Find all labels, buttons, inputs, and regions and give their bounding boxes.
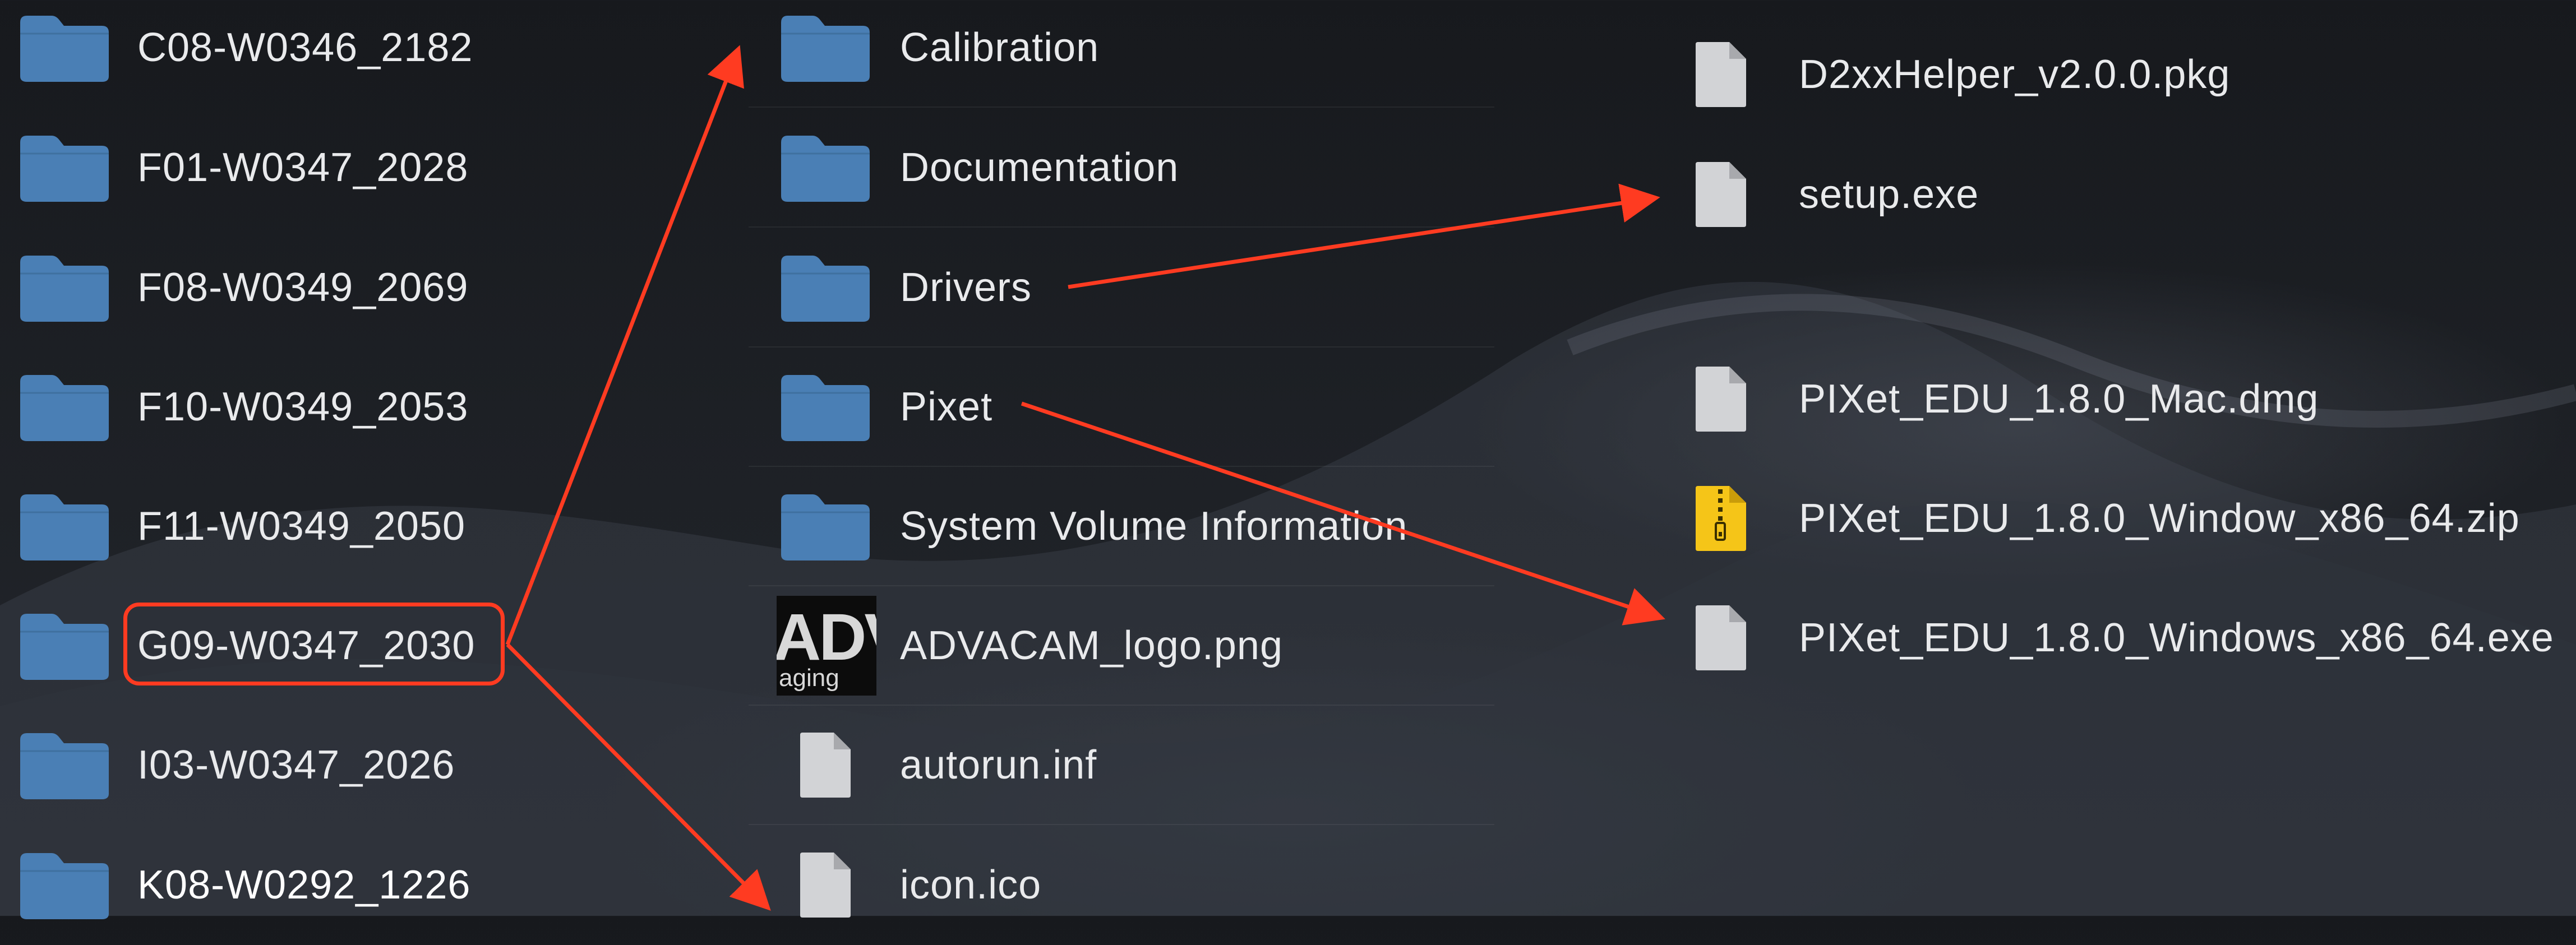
item-label: PIXet_EDU_1.8.0_Windows_x86_64.exe xyxy=(1799,615,2554,660)
folder-icon xyxy=(17,490,112,563)
folder-icon xyxy=(778,370,873,443)
list-item[interactable]: System Volume Information xyxy=(749,466,1494,586)
item-label: F10-W0349_2053 xyxy=(137,385,469,429)
list-item[interactable]: icon.ico xyxy=(749,825,1494,945)
folder-icon xyxy=(778,11,873,84)
file-icon xyxy=(1693,160,1749,229)
item-label: I03-W0347_2026 xyxy=(137,743,455,788)
item-label: ADVACAM_logo.png xyxy=(900,623,1284,668)
list-item[interactable]: F10-W0349_2053 xyxy=(0,347,662,467)
list-item[interactable]: F08-W0349_2069 xyxy=(0,228,662,348)
list-item[interactable]: I03-W0347_2026 xyxy=(0,705,662,825)
item-label: Documentation xyxy=(900,145,1179,190)
list-item[interactable]: F11-W0349_2050 xyxy=(0,466,662,586)
item-label: icon.ico xyxy=(900,863,1042,907)
list-item[interactable]: K08-W0292_1226 xyxy=(0,825,662,945)
folder-icon xyxy=(17,729,112,802)
list-item[interactable]: D2xxHelper_v2.0.0.pkg xyxy=(1677,15,2576,135)
list-item[interactable]: ADVAaging ADVACAM_logo.png xyxy=(749,586,1494,706)
list-item[interactable]: PIXet_EDU_1.8.0_Window_x86_64.zip xyxy=(1677,458,2576,578)
folder-icon xyxy=(778,131,873,204)
list-item[interactable]: Documentation xyxy=(749,108,1494,228)
list-item[interactable]: PIXet_EDU_1.8.0_Mac.dmg xyxy=(1677,339,2576,459)
item-label: autorun.inf xyxy=(900,743,1097,788)
file-icon xyxy=(1693,364,1749,434)
thumbnail-text: aging xyxy=(779,664,839,692)
item-label: PIXet_EDU_1.8.0_Window_x86_64.zip xyxy=(1799,496,2520,541)
selection-highlight-box xyxy=(123,603,505,685)
item-label: C08-W0346_2182 xyxy=(137,25,473,70)
folder-icon xyxy=(17,609,112,682)
list-item[interactable]: F01-W0347_2028 xyxy=(0,108,662,228)
folder-icon xyxy=(778,490,873,563)
folder-icon xyxy=(17,11,112,84)
image-thumbnail-icon: ADVAaging xyxy=(777,596,876,696)
item-label: F08-W0349_2069 xyxy=(137,265,469,310)
item-label: PIXet_EDU_1.8.0_Mac.dmg xyxy=(1799,377,2319,421)
item-label: K08-W0292_1226 xyxy=(137,863,471,907)
file-icon xyxy=(798,850,854,920)
list-item[interactable]: Drivers xyxy=(749,228,1494,348)
folder-icon xyxy=(17,251,112,324)
item-label: System Volume Information xyxy=(900,504,1408,549)
list-item[interactable]: C08-W0346_2182 xyxy=(0,0,662,108)
list-item[interactable]: setup.exe xyxy=(1677,135,2576,254)
folder-icon xyxy=(17,370,112,443)
list-item[interactable]: PIXet_EDU_1.8.0_Windows_x86_64.exe xyxy=(1677,578,2576,698)
item-label: setup.exe xyxy=(1799,172,1979,217)
item-label: Calibration xyxy=(900,25,1100,70)
list-item[interactable]: Calibration xyxy=(749,0,1494,108)
folder-icon xyxy=(778,251,873,324)
folder-icon xyxy=(17,131,112,204)
list-item[interactable]: Pixet xyxy=(749,347,1494,467)
file-icon xyxy=(1693,603,1749,673)
file-icon xyxy=(1693,40,1749,109)
item-label: Drivers xyxy=(900,265,1032,310)
folder-icon xyxy=(17,849,112,921)
item-label: F11-W0349_2050 xyxy=(137,504,466,549)
file-icon xyxy=(798,730,854,800)
zip-icon xyxy=(1693,484,1749,553)
list-item[interactable]: autorun.inf xyxy=(749,705,1494,825)
item-label: F01-W0347_2028 xyxy=(137,145,469,190)
item-label: Pixet xyxy=(900,385,993,429)
item-label: D2xxHelper_v2.0.0.pkg xyxy=(1799,52,2231,97)
